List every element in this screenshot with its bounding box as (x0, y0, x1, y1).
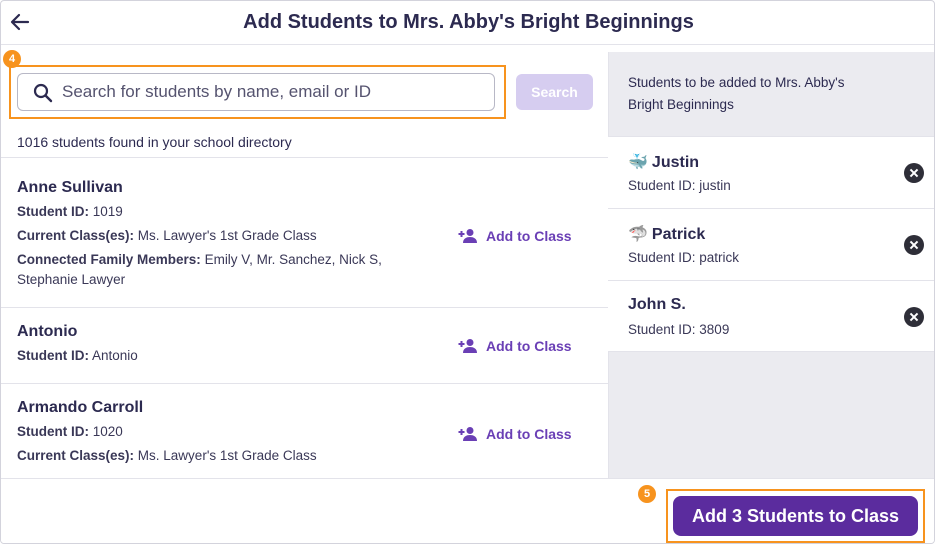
selected-student-id: Student ID: patrick (628, 250, 740, 265)
student-id: Student ID: Antonio (17, 348, 138, 363)
search-field[interactable] (17, 73, 495, 111)
student-id: Student ID: 1019 (17, 204, 123, 219)
current-classes: Current Class(es): Ms. Lawyer's 1st Grad… (17, 228, 317, 243)
divider (1, 383, 608, 384)
family-members-continued: Stephanie Lawyer (17, 272, 126, 287)
student-name: Armando Carroll (17, 399, 144, 416)
step-badge: 5 (638, 485, 656, 503)
results-count: 1016 students found in your school direc… (17, 134, 292, 150)
page-title: Add Students to Mrs. Abby's Bright Begin… (243, 11, 694, 33)
selected-student-name: 🐳 Justin (628, 154, 700, 171)
family-members: Connected Family Members: Emily V, Mr. S… (17, 252, 382, 267)
current-classes: Current Class(es): Ms. Lawyer's 1st Grad… (17, 448, 317, 463)
selected-student-card: 🐳 Justin Student ID: justin (608, 136, 934, 208)
selected-student-card: 🦈 Patrick Student ID: patrick (608, 208, 934, 280)
add-students-dialog: Add Students to Mrs. Abby's Bright Begin… (0, 0, 935, 544)
selected-student-id: Student ID: 3809 (628, 322, 730, 337)
divider (1, 307, 608, 308)
selected-student-id: Student ID: justin (628, 178, 731, 193)
student-name: Anne Sullivan (17, 179, 123, 196)
search-icon (33, 83, 53, 103)
add-students-button[interactable]: Add 3 Students to Class (673, 496, 918, 536)
add-person-icon (458, 427, 477, 441)
dialog-header: Add Students to Mrs. Abby's Bright Begin… (1, 1, 934, 45)
add-to-class-button[interactable]: Add to Class (458, 228, 572, 244)
student-name: Antonio (17, 323, 78, 340)
remove-icon[interactable] (904, 235, 924, 255)
divider (1, 157, 608, 158)
add-to-class-button[interactable]: Add to Class (458, 338, 572, 354)
selected-student-name: John S. (628, 296, 686, 313)
selected-student-name: 🦈 Patrick (628, 226, 706, 243)
search-input[interactable] (62, 74, 482, 110)
selected-heading: Students to be added to Mrs. Abby's Brig… (628, 75, 845, 112)
shark-icon: 🦈 (628, 226, 648, 243)
add-person-icon (458, 339, 477, 353)
add-person-icon (458, 229, 477, 243)
remove-icon[interactable] (904, 307, 924, 327)
search-button[interactable]: Search (516, 74, 593, 110)
selected-student-card: John S. Student ID: 3809 (608, 280, 934, 352)
whale-icon: 🐳 (628, 154, 648, 171)
student-id: Student ID: 1020 (17, 424, 123, 439)
remove-icon[interactable] (904, 163, 924, 183)
step-badge: 4 (3, 50, 21, 68)
add-to-class-button[interactable]: Add to Class (458, 426, 572, 442)
